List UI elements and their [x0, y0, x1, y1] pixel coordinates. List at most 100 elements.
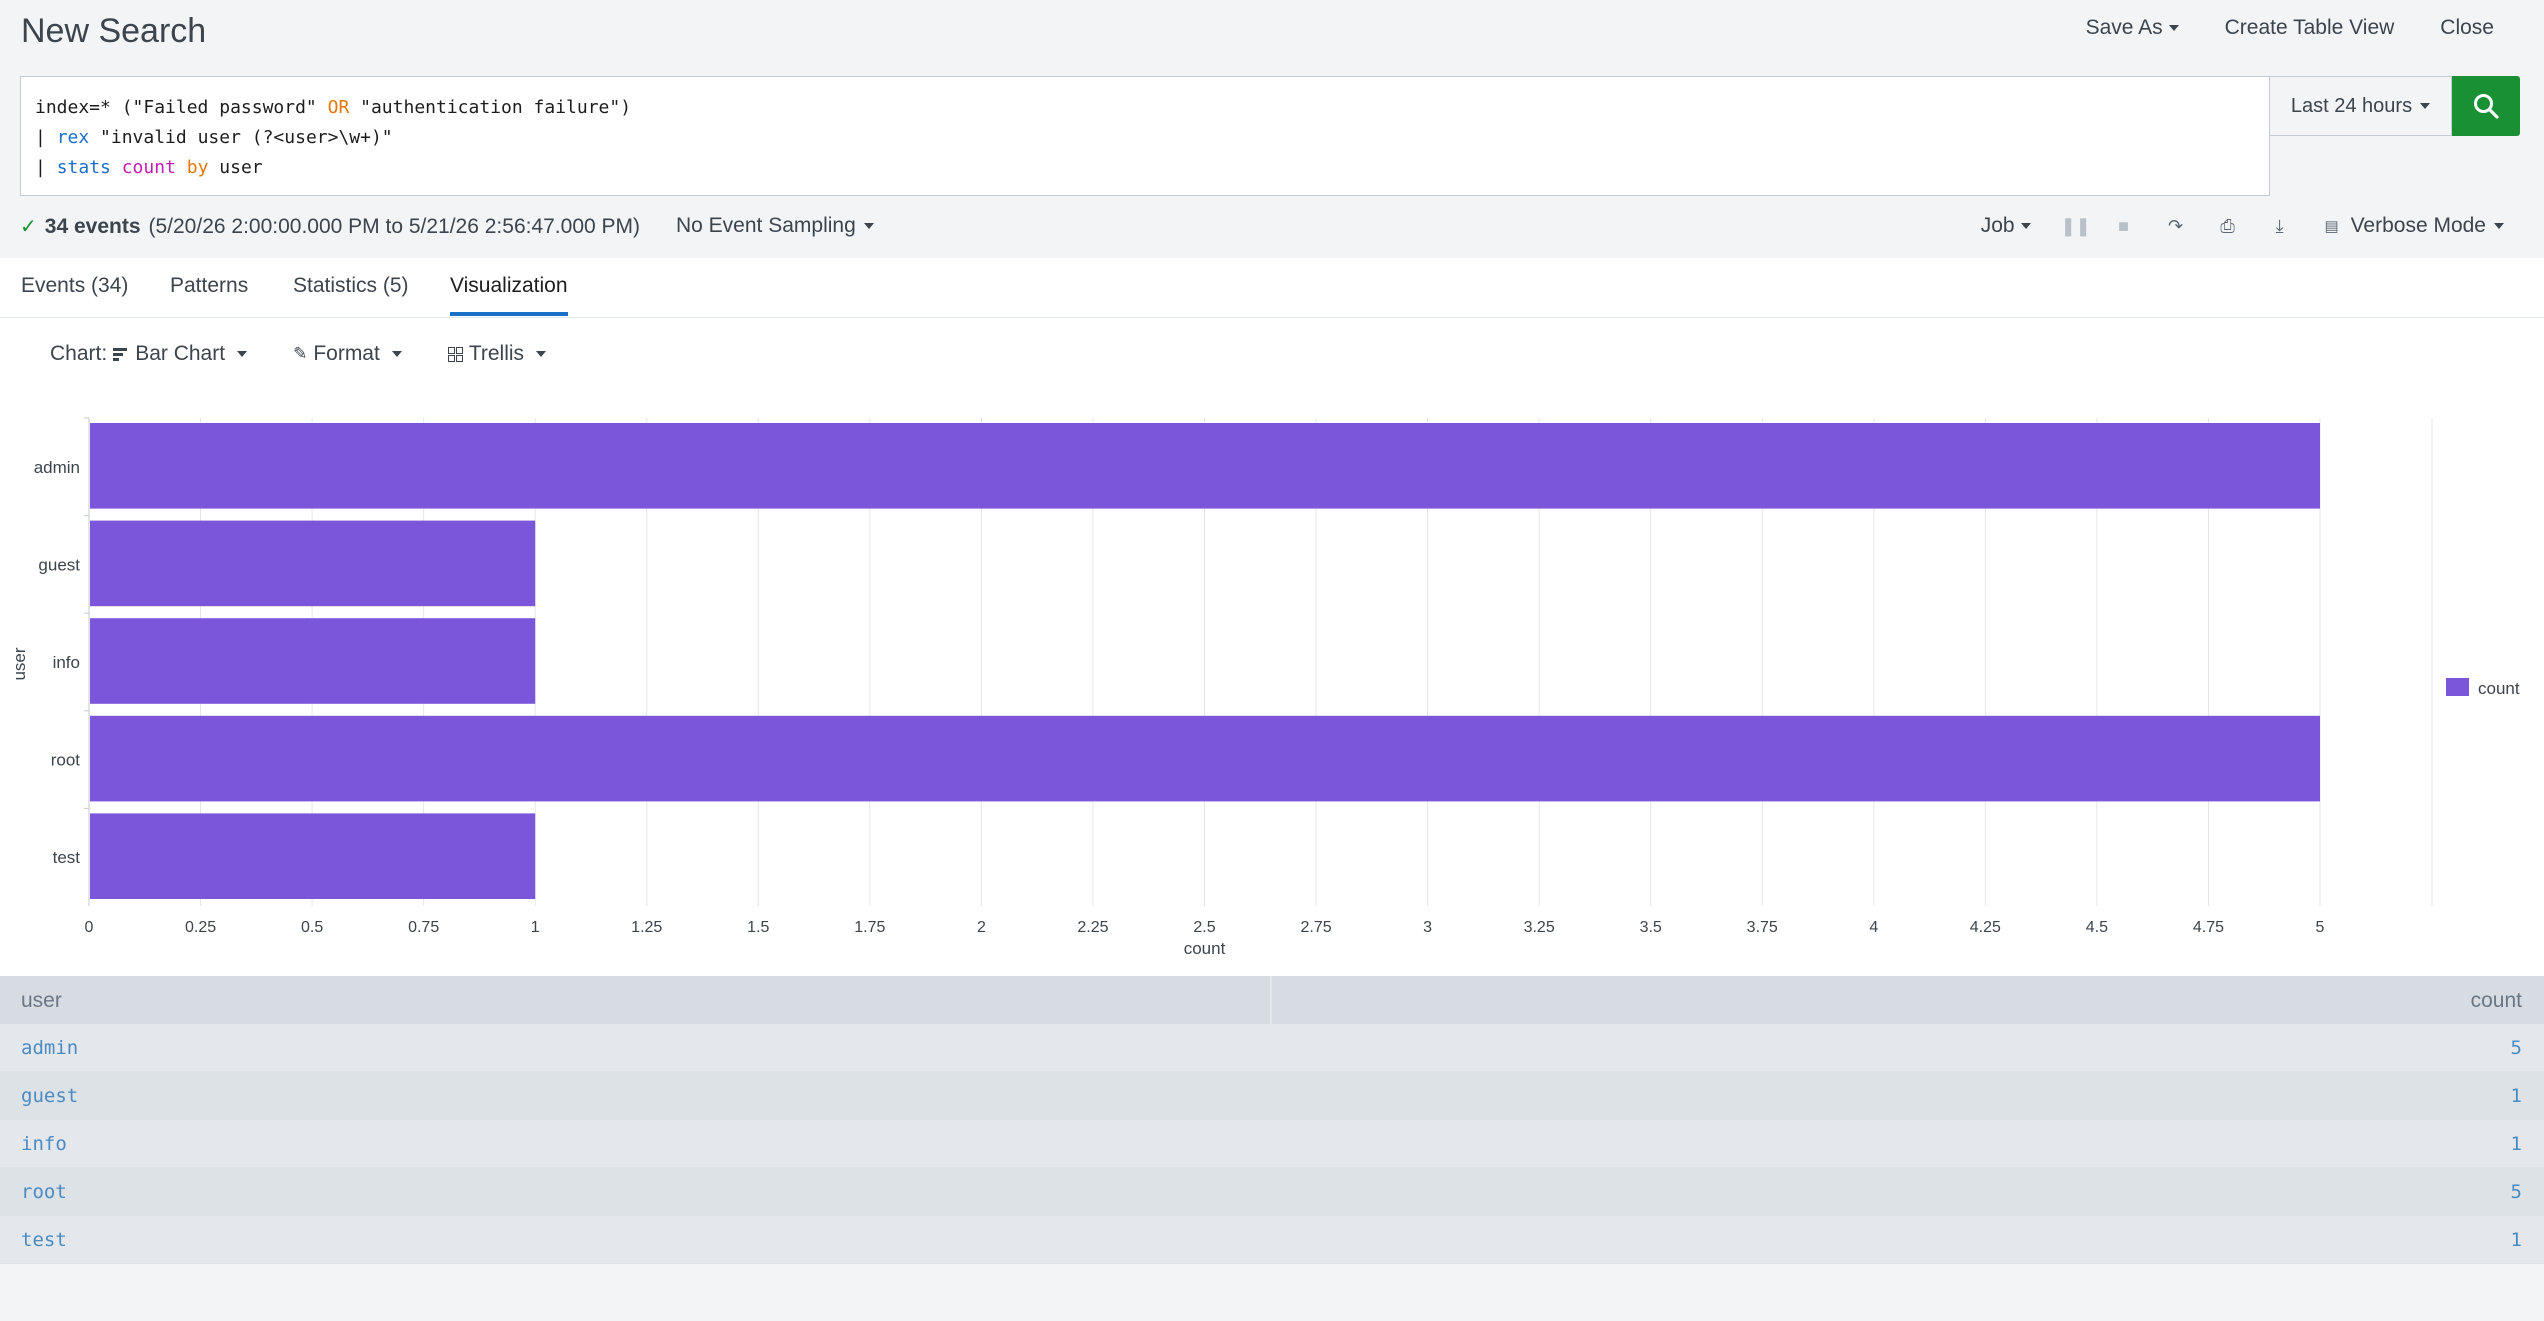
- x-tick-label: 1: [531, 919, 540, 936]
- search-status: ✓ 34 events (5/20/26 2:00:00.000 PM to 5…: [20, 214, 640, 239]
- x-tick-label: 2.5: [1193, 919, 1215, 936]
- share-icon[interactable]: ↷: [2165, 216, 2187, 237]
- chevron-down-icon: [2020, 223, 2031, 229]
- table-row: guest 1: [0, 1072, 2544, 1120]
- y-axis-title: user: [10, 647, 29, 680]
- bar-chart: 0 0.25 0.5 0.75 1 1.25 1.5 1.75 2 2.25 2.5 2.75 3 3.2…: [10, 417, 2520, 958]
- query-text: index=* ("Failed password": [35, 97, 328, 118]
- x-tick-label: 3.75: [1747, 919, 1778, 936]
- y-tick-label: root: [51, 751, 81, 770]
- job-controls: Job ❚❚ ■ ↷ ⎙ ⤓ ▤ Verbose Mode: [1981, 214, 2504, 238]
- bar: [90, 423, 2320, 509]
- column-header-user[interactable]: user: [0, 976, 1272, 1024]
- x-tick-label: 0.25: [185, 919, 216, 936]
- export-icon[interactable]: ⤓: [2269, 216, 2291, 237]
- search-mode-menu[interactable]: ▤ Verbose Mode: [2321, 214, 2504, 238]
- x-tick-label: 1.5: [747, 919, 769, 936]
- tab-patterns[interactable]: Patterns: [170, 274, 248, 312]
- bar: [90, 715, 2320, 802]
- cell-user[interactable]: test: [0, 1229, 1272, 1251]
- tab-statistics[interactable]: Statistics (5): [293, 274, 409, 312]
- time-range-label: Last 24 hours: [2290, 94, 2413, 117]
- event-sampling-menu[interactable]: No Event Sampling: [676, 214, 874, 238]
- cell-user[interactable]: admin: [0, 1037, 1272, 1059]
- x-tick-label: 2.75: [1300, 919, 1331, 936]
- pause-icon[interactable]: ❚❚: [2061, 216, 2091, 237]
- x-tick-label: 3.25: [1524, 919, 1555, 936]
- chevron-down-icon: [2494, 223, 2504, 229]
- stop-icon[interactable]: ■: [2113, 216, 2135, 237]
- bar: [90, 618, 536, 704]
- search-query-editor[interactable]: index=* ("Failed password" OR "authentic…: [20, 76, 2270, 196]
- x-tick-label: 4.5: [2086, 919, 2108, 936]
- create-table-view-link[interactable]: Create Table View: [2225, 16, 2395, 40]
- tab-events[interactable]: Events (34): [21, 274, 128, 312]
- cell-count[interactable]: 1: [1272, 1085, 2544, 1107]
- cell-user[interactable]: root: [0, 1181, 1272, 1203]
- x-tick-label: 2.25: [1077, 919, 1108, 936]
- query-line-2: | rex "invalid user (?<user>\w+)": [35, 123, 2255, 153]
- legend-swatch: [2446, 678, 2469, 696]
- x-tick-label: 0.75: [408, 919, 439, 936]
- x-axis-title: count: [1184, 939, 1226, 958]
- x-tick-label: 2: [977, 919, 986, 936]
- query-function: count: [121, 157, 176, 178]
- results-tabs: Events (34) Patterns Statistics (5) Visu…: [0, 258, 2544, 318]
- table-row: info 1: [0, 1120, 2544, 1168]
- header-actions: Save As Create Table View Close: [2086, 16, 2494, 40]
- x-tick-label: 0.5: [301, 919, 323, 936]
- cell-count[interactable]: 1: [1272, 1133, 2544, 1155]
- chevron-down-icon: [863, 223, 874, 229]
- y-tick-label: admin: [34, 458, 80, 477]
- visualization-panel: Chart: Bar Chart ✎ Format Trellis 0 0.25 0…: [0, 318, 2544, 976]
- x-tick-label: 0: [85, 919, 94, 936]
- print-icon[interactable]: ⎙: [2217, 216, 2239, 237]
- page-title: New Search: [21, 12, 207, 50]
- cell-count[interactable]: 5: [1272, 1181, 2544, 1203]
- y-tick-label: info: [53, 653, 80, 672]
- search-icon: [2474, 94, 2499, 119]
- query-line-1: index=* ("Failed password" OR "authentic…: [35, 93, 2255, 123]
- y-tick-label: test: [53, 848, 81, 867]
- cell-user[interactable]: info: [0, 1133, 1272, 1155]
- job-menu[interactable]: Job: [1981, 214, 2031, 238]
- x-tick-label: 4.75: [2193, 919, 2224, 936]
- legend-label: count: [2478, 679, 2520, 698]
- results-table: user count admin 5 guest 1 info 1 root 5 tes…: [0, 976, 2544, 1264]
- tab-visualization[interactable]: Visualization: [450, 274, 568, 316]
- x-tick-label: 4.25: [1970, 919, 2001, 936]
- table-header: user count: [0, 976, 2544, 1024]
- x-tick-label: 4: [1869, 919, 1878, 936]
- query-command: stats: [56, 157, 111, 178]
- chevron-down-icon: [2168, 25, 2179, 31]
- x-tick-label: 3.5: [1640, 919, 1662, 936]
- query-field: user: [219, 157, 263, 178]
- mode-icon: ▤: [2324, 218, 2339, 235]
- query-keyword-by: by: [186, 157, 209, 178]
- query-command: rex: [56, 127, 90, 148]
- save-as-menu[interactable]: Save As: [2086, 16, 2179, 40]
- query-text: "authentication failure"): [349, 97, 632, 118]
- query-keyword-or: OR: [327, 97, 350, 118]
- search-button[interactable]: [2452, 76, 2520, 136]
- bar: [90, 813, 536, 899]
- column-header-count[interactable]: count: [1272, 976, 2544, 1024]
- check-icon: ✓: [20, 216, 37, 238]
- query-text: "invalid user (?<user>\w+)": [89, 127, 393, 148]
- x-tick-label: 3: [1423, 919, 1432, 936]
- table-row: admin 5: [0, 1024, 2544, 1072]
- cell-count[interactable]: 5: [1272, 1037, 2544, 1059]
- bar: [90, 520, 536, 607]
- cell-count[interactable]: 1: [1272, 1229, 2544, 1251]
- event-count: 34 events: [44, 214, 141, 238]
- close-link[interactable]: Close: [2440, 16, 2494, 40]
- cell-user[interactable]: guest: [0, 1085, 1272, 1107]
- x-tick-label: 1.25: [631, 919, 662, 936]
- search-mode-label: Verbose Mode: [2350, 214, 2486, 237]
- time-range-picker[interactable]: Last 24 hours: [2270, 76, 2452, 136]
- save-as-label: Save As: [2085, 16, 2163, 39]
- time-range-summary: (5/20/26 2:00:00.000 PM to 5/21/26 2:56:…: [148, 214, 641, 238]
- query-pipe: |: [35, 127, 57, 148]
- table-row: test 1: [0, 1216, 2544, 1264]
- event-sampling-label: No Event Sampling: [676, 214, 856, 237]
